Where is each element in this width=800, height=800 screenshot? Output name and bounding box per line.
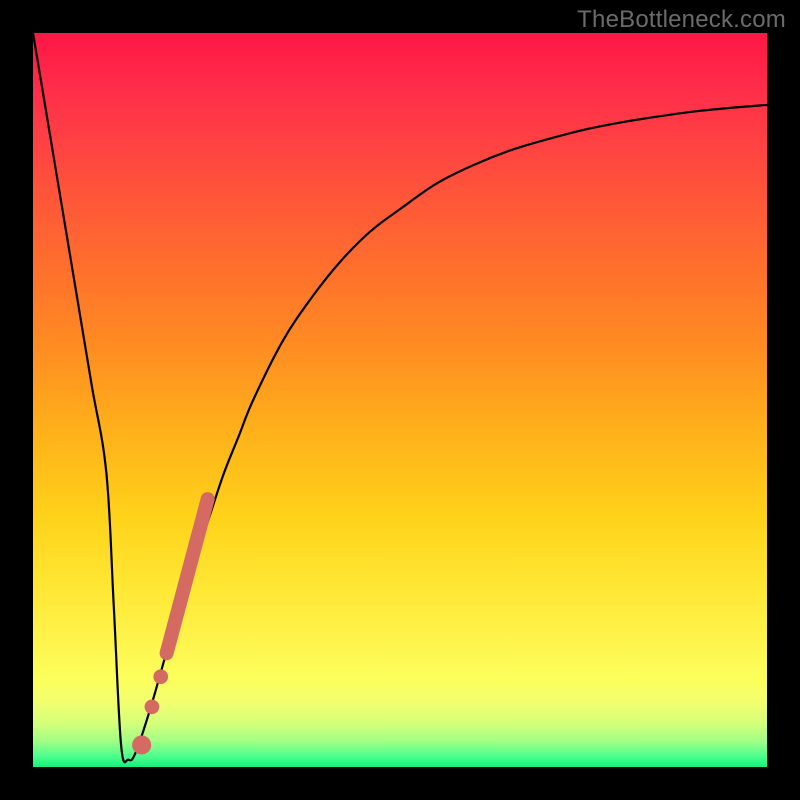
- watermark-text: TheBottleneck.com: [577, 6, 786, 34]
- gradient-background: [33, 33, 767, 767]
- chart-frame: TheBottleneck.com: [0, 0, 800, 800]
- plot-area: [33, 33, 767, 767]
